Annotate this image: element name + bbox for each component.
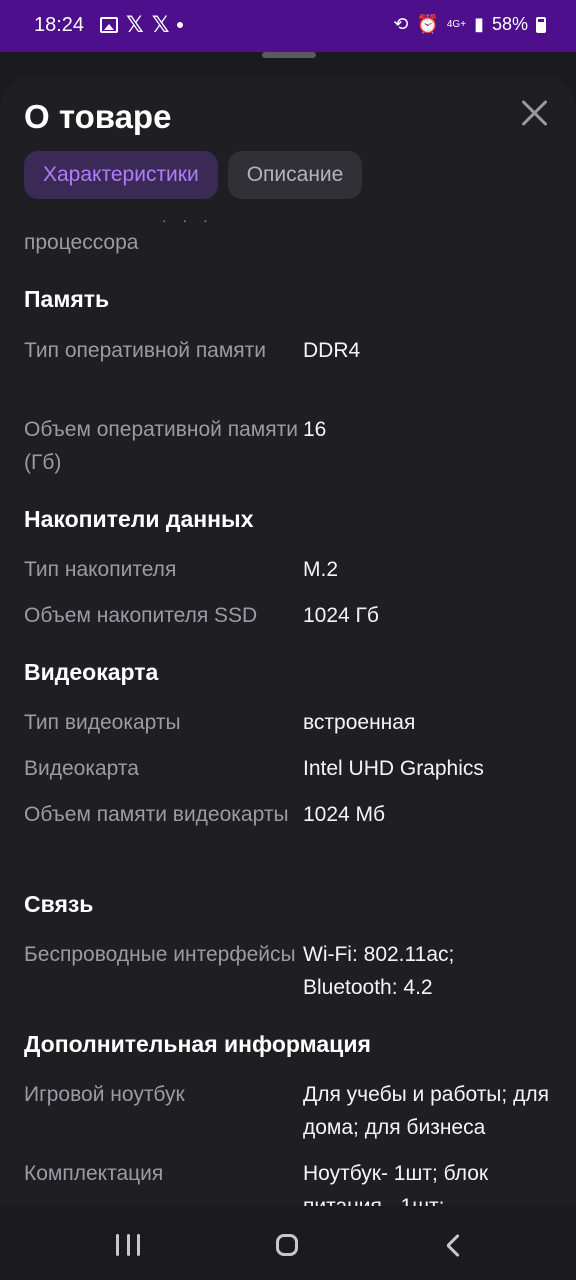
more-notifications-dot-icon — [177, 22, 184, 28]
spec-row: Видеокарта Intel UHD Graphics — [24, 752, 554, 785]
spec-label: Тип оперативной памяти — [24, 339, 267, 362]
battery-icon — [536, 16, 546, 33]
sheet-title: О товаре — [24, 98, 172, 135]
spec-label: Тип накопителя — [24, 558, 177, 581]
alarm-icon: ⏰ — [416, 14, 439, 34]
spec-value: встроенная — [303, 711, 416, 734]
spec-label: Объем памяти видеокарты — [24, 803, 289, 826]
spec-label: Игровой ноутбук — [24, 1083, 185, 1106]
sync-icon: ⟲ — [393, 14, 409, 34]
status-time: 18:24 — [34, 14, 85, 36]
spec-value: 1024 Мб — [303, 803, 386, 826]
spec-value: DDR4 — [303, 339, 361, 362]
spec-row: Тип накопителя M.2 — [24, 553, 554, 586]
system-nav-bar — [0, 1206, 576, 1280]
spec-row: Объем накопителя SSD 1024 Гб — [24, 599, 554, 632]
spec-row: Тип видеокарты встроенная — [24, 706, 554, 739]
spec-value: Ноутбук- 1шт; блок питания - 1шт; — [303, 1162, 489, 1206]
spec-label: Объем оперативной памяти (Гб) — [24, 418, 298, 474]
gallery-icon — [100, 17, 118, 33]
tab-description[interactable]: Описание — [227, 151, 363, 199]
x-app-icon-2: 𝕏 — [151, 12, 170, 37]
spec-row-cut: процессора — [24, 226, 554, 259]
spec-value: 16 — [303, 418, 327, 441]
spec-row: Беспроводные интерфейсы Wi-Fi: 802.11ac;… — [24, 938, 554, 1004]
spec-label: Видеокарта — [24, 757, 139, 780]
spec-value: Для учебы и работы; для дома; для бизнес… — [303, 1083, 549, 1139]
product-info-sheet: О товаре Характеристики Описание · · · п… — [0, 76, 576, 1206]
section-heading-storage: Накопители данных — [24, 506, 254, 532]
signal-icon: ▮ — [474, 14, 484, 34]
spec-label: Комплектация — [24, 1162, 164, 1185]
spec-label: Беспроводные интерфейсы — [24, 943, 296, 966]
spec-row: Объем памяти видеокарты 1024 Мб — [24, 798, 554, 831]
notification-icons: 𝕏 𝕏 — [92, 12, 184, 37]
specs-list[interactable]: · · · процессора Память Тип оперативной … — [0, 216, 576, 1206]
recent-apps-icon[interactable] — [116, 1234, 140, 1256]
spec-value: Intel UHD Graphics — [303, 757, 484, 780]
system-icons: ⟲ ⏰ 4G+ ▮ 58% — [393, 14, 546, 35]
status-bar: 18:24 𝕏 𝕏 ⟲ ⏰ 4G+ ▮ 58% — [0, 0, 576, 52]
spec-row: Тип оперативной памяти DDR4 — [24, 334, 554, 367]
spec-label: процессора — [24, 231, 139, 254]
section-heading-gpu: Видеокарта — [24, 659, 159, 685]
spec-label: Тип видеокарты — [24, 711, 181, 734]
spec-row: Объем оперативной памяти (Гб) 16 — [24, 413, 554, 479]
tab-characteristics[interactable]: Характеристики — [24, 151, 218, 199]
x-app-icon: 𝕏 — [126, 12, 144, 37]
spec-row: Игровой ноутбук Для учебы и работы; для … — [24, 1078, 554, 1144]
section-heading-connectivity: Связь — [24, 891, 94, 917]
network-type-label: 4G+ — [446, 18, 467, 30]
tab-bar: Характеристики Описание — [24, 151, 363, 199]
close-icon[interactable] — [518, 98, 550, 130]
home-icon[interactable] — [276, 1234, 298, 1256]
section-heading-extra: Дополнительная информация — [24, 1031, 371, 1057]
spec-value: 1024 Гб — [303, 604, 379, 627]
spec-row: Комплектация Ноутбук- 1шт; блок питания … — [24, 1157, 554, 1206]
spec-label: Объем накопителя SSD — [24, 604, 258, 627]
spec-value: M.2 — [303, 558, 339, 581]
back-icon[interactable] — [443, 1234, 463, 1254]
sheet-grabber-handle[interactable] — [262, 52, 316, 58]
section-heading-memory: Память — [24, 286, 110, 312]
spec-value: Wi-Fi: 802.11ac; Bluetooth: 4.2 — [303, 943, 455, 999]
battery-percent: 58% — [491, 14, 528, 34]
